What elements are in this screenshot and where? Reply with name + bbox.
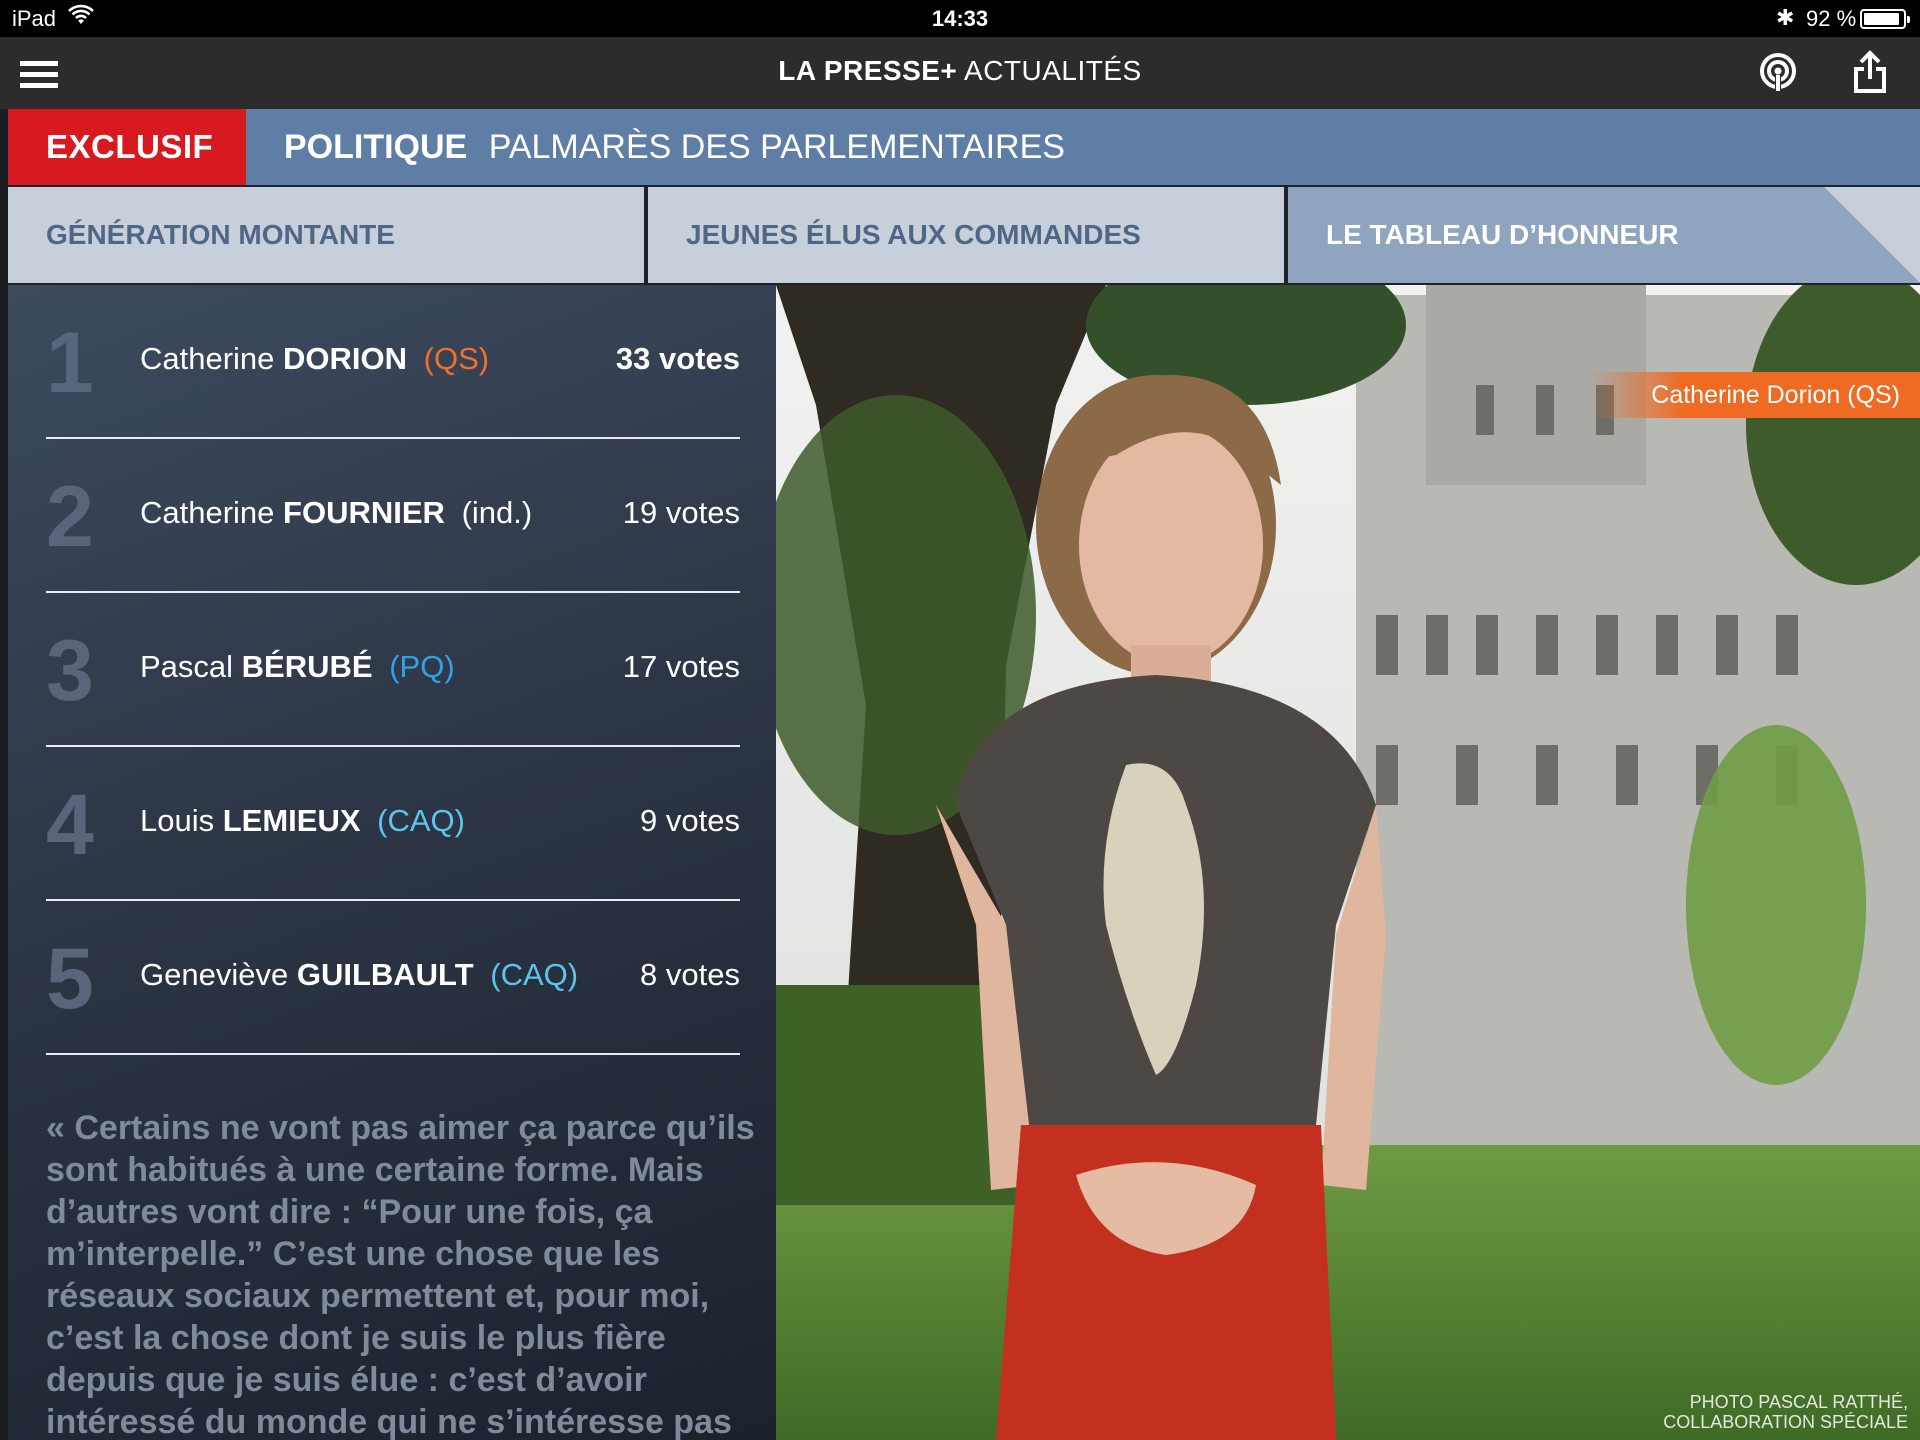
photo-illustration (776, 285, 1920, 1440)
status-bar: iPad 14:33 ✱ 92 % (0, 0, 1920, 37)
photo-credit: PHOTO PASCAL RATTHÉ, COLLABORATION SPÉCI… (1663, 1392, 1908, 1432)
ranking-row: 4 Louis LEMIEUX (CAQ) 9 votes (46, 747, 740, 901)
party-label: (PQ) (389, 649, 455, 684)
vote-count: 17 votes (622, 649, 740, 684)
party-label: (CAQ) (377, 803, 465, 838)
vote-count: 19 votes (622, 495, 740, 530)
bluetooth-icon: ✱ (1776, 5, 1795, 30)
last-name: DORION (283, 341, 408, 376)
photo-credit-line: COLLABORATION SPÉCIALE (1663, 1412, 1908, 1432)
photo-caption-tag: Catherine Dorion (QS) (1592, 372, 1920, 418)
tab-tableau-honneur[interactable]: LE TABLEAU D’HONNEUR (1288, 187, 1920, 283)
pull-quote: « Certains ne vont pas aimer ça parce qu… (46, 1109, 755, 1440)
rank-number: 4 (46, 777, 94, 873)
first-name: Pascal (140, 649, 234, 684)
ranking-panel: 1 Catherine DORION (QS) 33 votes 2 Cathe… (8, 285, 776, 1440)
exclusif-tag: EXCLUSIF (8, 109, 246, 185)
section-title: POLITIQUE PALMARÈS DES PARLEMENTAIRES (284, 109, 1065, 185)
last-name: BÉRUBÉ (241, 649, 373, 684)
party-label: (CAQ) (490, 957, 579, 992)
page-fold-corner (1824, 187, 1920, 283)
section-subtitle: PALMARÈS DES PARLEMENTAIRES (488, 128, 1065, 166)
first-name: Catherine (140, 495, 275, 530)
first-name: Geneviève (140, 957, 289, 992)
member-name: Catherine FOURNIER (ind.) (140, 495, 532, 531)
hero-photo (776, 285, 1920, 1440)
radio-icon[interactable] (1756, 51, 1800, 95)
party-label: (ind.) (461, 495, 533, 530)
rank-number: 1 (46, 315, 94, 411)
tab-bar: GÉNÉRATION MONTANTE JEUNES ÉLUS AUX COMM… (8, 187, 1920, 283)
rank-number: 3 (46, 623, 94, 719)
first-name: Catherine (140, 341, 275, 376)
member-name: Geneviève GUILBAULT (CAQ) (140, 957, 578, 993)
app-title: LA PRESSE+ ACTUALITÉS (0, 55, 1920, 87)
member-name: Pascal BÉRUBÉ (PQ) (140, 649, 455, 685)
tab-generation-montante[interactable]: GÉNÉRATION MONTANTE (8, 187, 644, 283)
ranking-row: 2 Catherine FOURNIER (ind.) 19 votes (46, 439, 740, 593)
vote-count: 9 votes (640, 803, 740, 838)
party-label: (QS) (423, 341, 490, 376)
ranking-row: 5 Geneviève GUILBAULT (CAQ) 8 votes (46, 901, 740, 1055)
member-name: Catherine DORION (QS) (140, 341, 489, 377)
section-name: ACTUALITÉS (964, 55, 1142, 86)
first-name: Louis (140, 803, 215, 838)
share-icon[interactable] (1850, 49, 1890, 95)
last-name: LEMIEUX (222, 803, 361, 838)
clock: 14:33 (931, 6, 989, 31)
rank-number: 2 (46, 469, 94, 565)
left-edge-strip (0, 109, 8, 1440)
battery-icon (1860, 9, 1910, 29)
vote-count: 8 votes (640, 957, 740, 992)
tab-tableau-honneur-label: LE TABLEAU D’HONNEUR (1326, 219, 1679, 250)
app-header: LA PRESSE+ ACTUALITÉS (0, 37, 1920, 109)
ranking-row: 1 Catherine DORION (QS) 33 votes (46, 285, 740, 439)
last-name: GUILBAULT (296, 957, 474, 992)
photo-credit-line: PHOTO PASCAL RATTHÉ, (1689, 1392, 1908, 1412)
section-category: POLITIQUE (284, 128, 468, 166)
last-name: FOURNIER (283, 495, 445, 530)
brand-name: LA PRESSE+ (778, 55, 958, 86)
battery-percent: 92 % (1806, 6, 1857, 31)
vote-count: 33 votes (615, 341, 740, 376)
rank-number: 5 (46, 931, 94, 1027)
member-name: Louis LEMIEUX (CAQ) (140, 803, 465, 839)
section-bar: EXCLUSIF POLITIQUE PALMARÈS DES PARLEMEN… (8, 109, 1920, 185)
ranking-row: 3 Pascal BÉRUBÉ (PQ) 17 votes (46, 593, 740, 747)
tab-jeunes-elus[interactable]: JEUNES ÉLUS AUX COMMANDES (648, 187, 1284, 283)
